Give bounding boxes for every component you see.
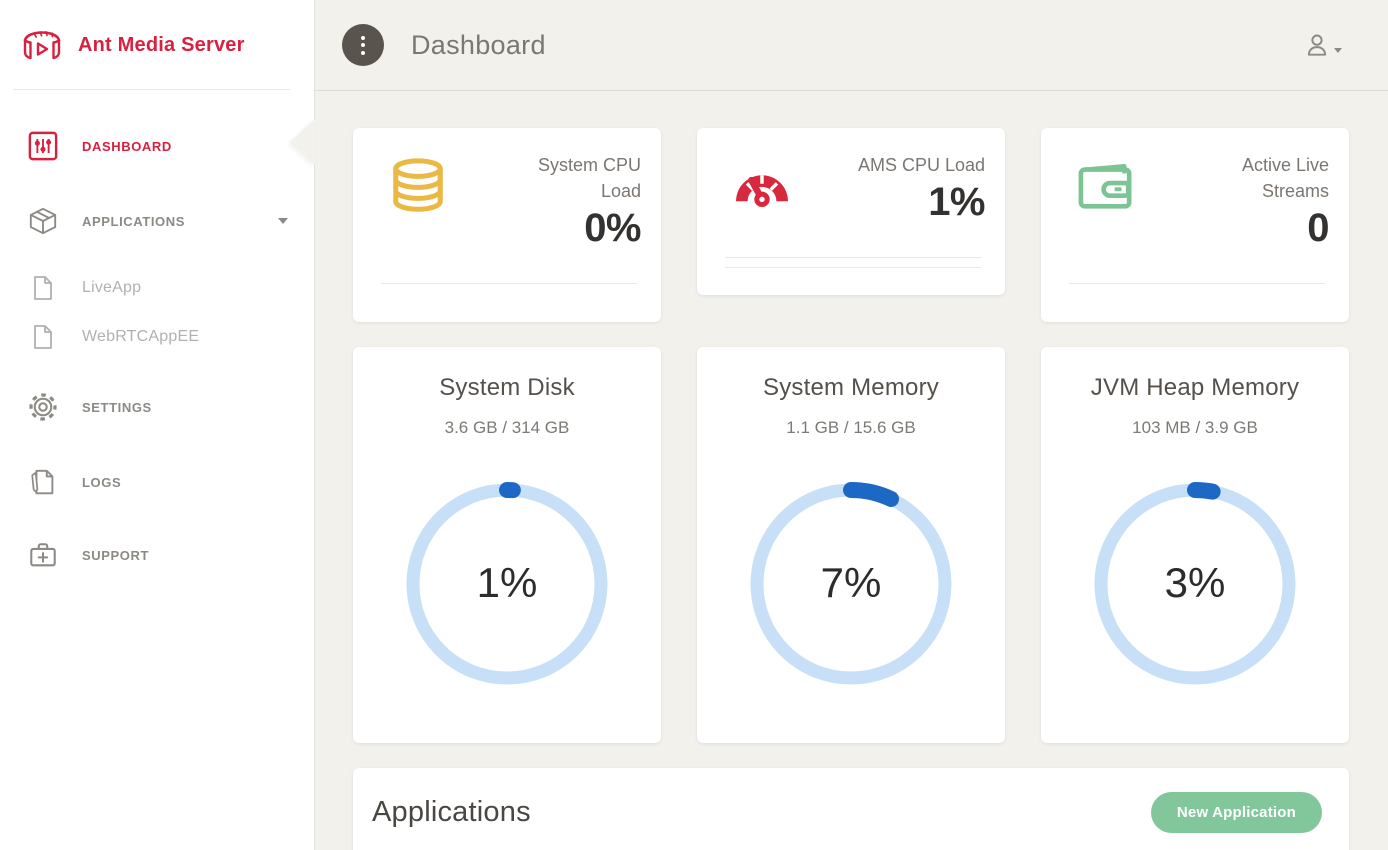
main-area: Dashboard xyxy=(315,0,1388,850)
gauge-percent-label: 1% xyxy=(477,559,538,607)
applications-panel-title: Applications xyxy=(372,796,531,829)
sidebar-item-label: APPLICATIONS xyxy=(82,214,185,229)
gauges-row: System Disk 3.6 GB / 314 GB 1% System Me… xyxy=(353,347,1349,743)
stat-label: Active Live Streams xyxy=(1195,152,1329,204)
jvm-heap-memory-card: JVM Heap Memory 103 MB / 3.9 GB 3% xyxy=(1041,347,1349,743)
sidebar-item-label: LiveApp xyxy=(82,279,141,297)
stats-row: System CPU Load 0% xyxy=(353,128,1349,322)
sidebar-item-settings[interactable]: SETTINGS xyxy=(0,382,314,432)
sidebar-item-dashboard[interactable]: DASHBOARD xyxy=(0,121,314,171)
speedometer-icon xyxy=(731,158,793,208)
ant-media-server-app: Ant Media Server DASHBOARD xyxy=(0,0,1388,850)
sidebar-item-webrtcappee[interactable]: WebRTCAppEE xyxy=(0,315,314,359)
chevron-down-icon xyxy=(278,218,288,224)
user-menu[interactable] xyxy=(1304,31,1342,59)
top-bar: Dashboard xyxy=(315,0,1388,91)
sidebar-divider xyxy=(13,89,290,90)
gear-icon xyxy=(28,392,58,422)
dashboard-sliders-icon xyxy=(28,131,58,161)
gauge-percent-label: 7% xyxy=(821,559,882,607)
dashboard-content: System CPU Load 0% xyxy=(315,91,1388,850)
gauge-title: JVM Heap Memory xyxy=(1041,374,1349,402)
chevron-down-icon xyxy=(1334,48,1342,53)
gauge-detail: 3.6 GB / 314 GB xyxy=(353,418,661,438)
system-disk-card: System Disk 3.6 GB / 314 GB 1% xyxy=(353,347,661,743)
applications-panel: Applications New Application xyxy=(353,768,1349,850)
sidebar-nav: DASHBOARD APPLICATIONS LiveApp xyxy=(0,90,314,580)
package-box-icon xyxy=(28,206,58,236)
brand-name: Ant Media Server xyxy=(78,34,245,57)
card-divider xyxy=(725,257,981,258)
donut-gauge: 3% xyxy=(1089,478,1301,690)
stat-value: 0% xyxy=(507,206,641,251)
sidebar-item-applications[interactable]: APPLICATIONS xyxy=(0,196,314,246)
system-memory-card: System Memory 1.1 GB / 15.6 GB 7% xyxy=(697,347,1005,743)
sidebar-item-label: WebRTCAppEE xyxy=(82,328,199,346)
donut-gauge: 7% xyxy=(745,478,957,690)
ant-media-logo-icon xyxy=(18,23,66,67)
sidebar-item-label: SETTINGS xyxy=(82,400,152,415)
gauge-percent-label: 3% xyxy=(1165,559,1226,607)
user-icon xyxy=(1304,31,1330,59)
kebab-menu-icon[interactable] xyxy=(342,24,384,66)
ams-cpu-load-card: AMS CPU Load 1% xyxy=(697,128,1005,295)
gauge-title: System Disk xyxy=(353,374,661,402)
sidebar: Ant Media Server DASHBOARD xyxy=(0,0,315,850)
gauge-title: System Memory xyxy=(697,374,1005,402)
stat-label: System CPU Load xyxy=(507,152,641,204)
sidebar-item-label: LOGS xyxy=(82,475,121,490)
first-aid-kit-icon xyxy=(28,540,58,570)
donut-gauge: 1% xyxy=(401,478,613,690)
stat-value: 1% xyxy=(858,180,985,225)
log-file-pencil-icon xyxy=(28,467,58,497)
sidebar-item-logs[interactable]: LOGS xyxy=(0,457,314,507)
gauge-detail: 103 MB / 3.9 GB xyxy=(1041,418,1349,438)
new-application-button[interactable]: New Application xyxy=(1151,792,1322,833)
stat-label: AMS CPU Load xyxy=(858,152,985,178)
stat-value: 0 xyxy=(1195,206,1329,251)
sidebar-item-support[interactable]: SUPPORT xyxy=(0,530,314,580)
database-icon xyxy=(387,158,449,216)
sidebar-item-label: DASHBOARD xyxy=(82,139,172,154)
system-cpu-load-card: System CPU Load 0% xyxy=(353,128,661,322)
active-live-streams-card: Active Live Streams 0 xyxy=(1041,128,1349,322)
sidebar-item-liveapp[interactable]: LiveApp xyxy=(0,266,314,310)
file-icon xyxy=(31,324,55,350)
file-icon xyxy=(31,275,55,301)
sidebar-item-label: SUPPORT xyxy=(82,548,149,563)
wallet-icon xyxy=(1075,158,1137,214)
page-title: Dashboard xyxy=(411,30,546,61)
gauge-detail: 1.1 GB / 15.6 GB xyxy=(697,418,1005,438)
brand-logo[interactable]: Ant Media Server xyxy=(0,0,314,90)
active-item-notch xyxy=(290,119,315,165)
